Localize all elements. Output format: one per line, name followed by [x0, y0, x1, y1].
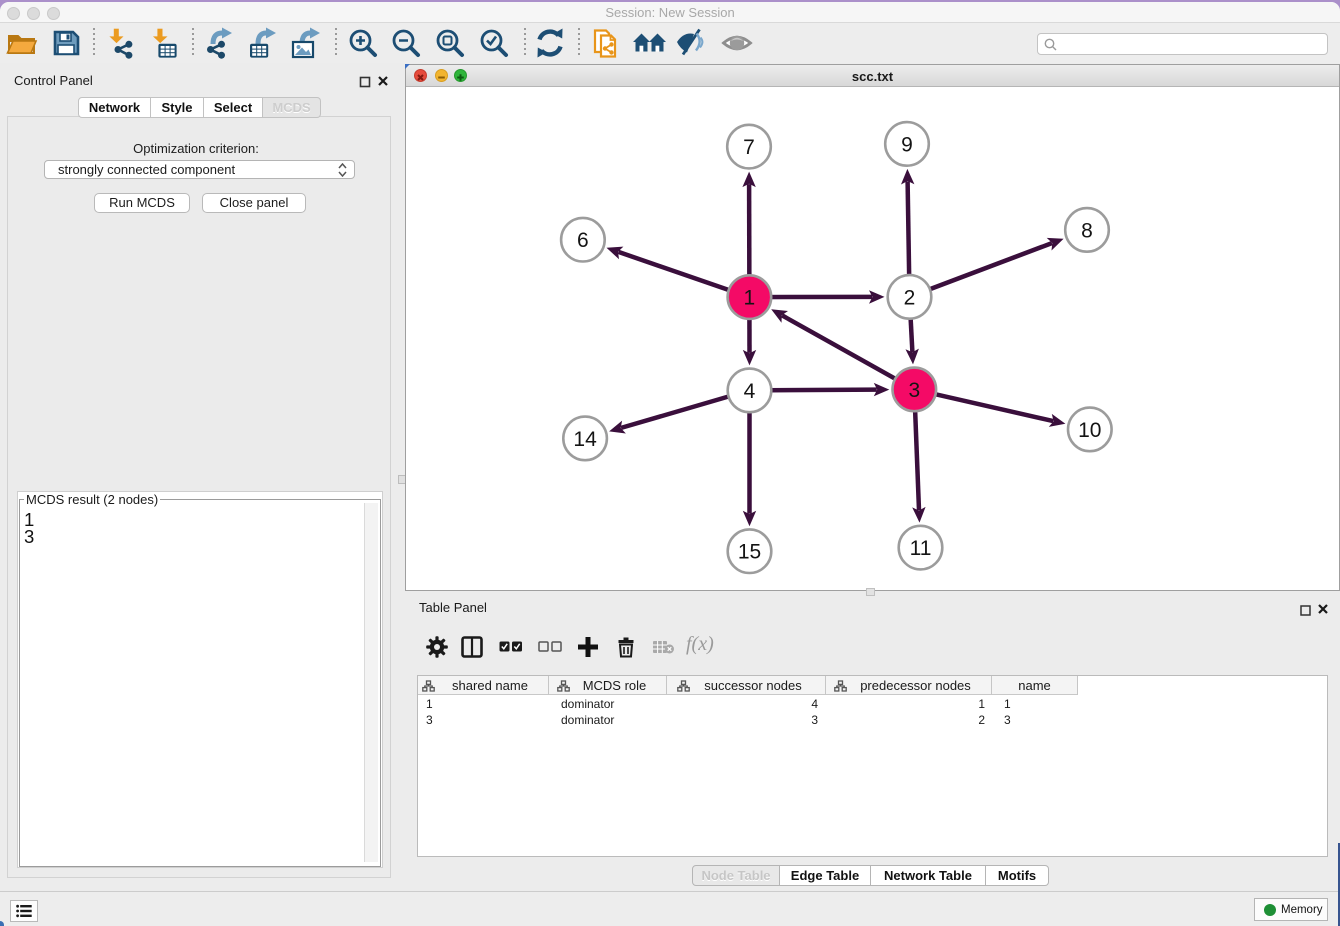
svg-text:4: 4 [744, 380, 756, 403]
svg-text:3: 3 [908, 379, 920, 402]
svg-text:7: 7 [743, 136, 755, 159]
svg-text:2: 2 [904, 286, 916, 309]
svg-text:9: 9 [901, 133, 913, 156]
svg-text:8: 8 [1081, 219, 1093, 242]
svg-text:6: 6 [577, 229, 589, 252]
svg-text:10: 10 [1078, 419, 1101, 442]
svg-text:15: 15 [738, 541, 761, 564]
svg-text:14: 14 [573, 428, 597, 451]
svg-text:11: 11 [910, 537, 932, 560]
svg-text:1: 1 [744, 287, 756, 310]
